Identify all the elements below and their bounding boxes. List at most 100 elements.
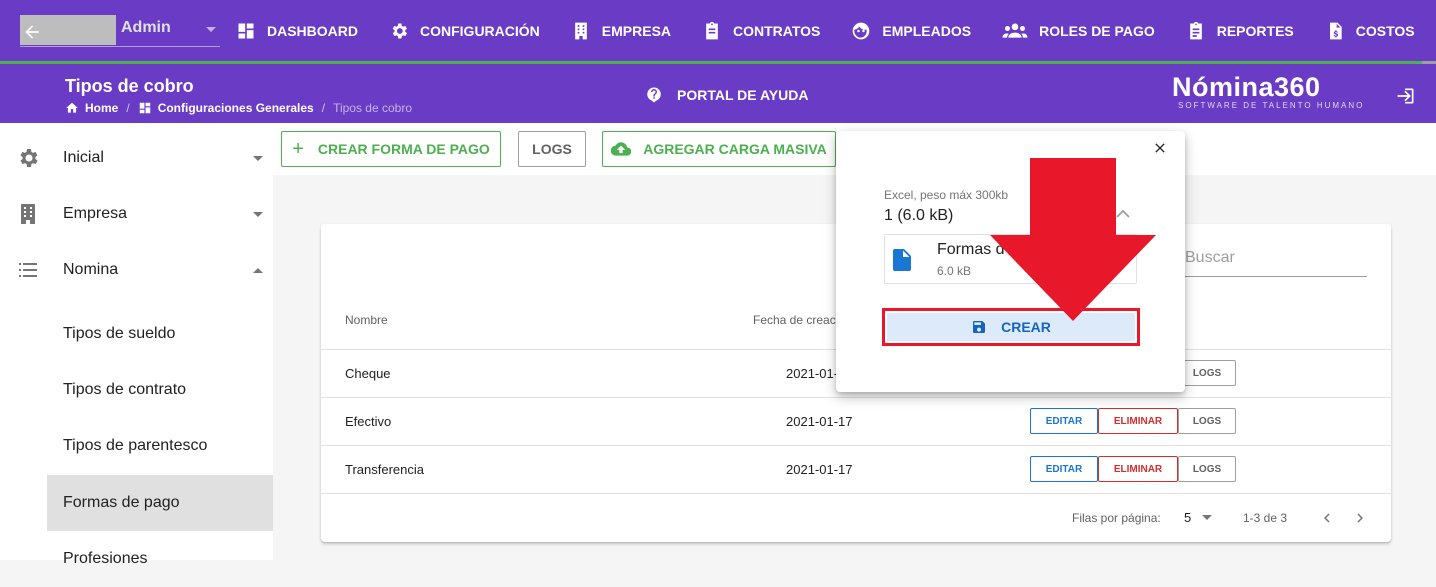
nav-empleados-label: EMPLEADOS — [882, 23, 972, 39]
pagination-range: 1-3 de 3 — [1243, 511, 1288, 525]
rows-per-page-label: Filas por página: — [1072, 511, 1161, 525]
sidebar-group-nomina[interactable]: Nomina — [0, 242, 273, 298]
breadcrumb-separator: / — [126, 101, 130, 115]
face-icon — [851, 21, 871, 41]
row-logs-button[interactable]: LOGS — [1178, 408, 1236, 434]
sidebar-group-label: Nomina — [63, 261, 119, 278]
brand-logo: Nómina360 SOFTWARE DE TALENTO HUMANO — [1172, 72, 1364, 110]
help-icon — [647, 87, 661, 103]
page-title: Tipos de cobro — [65, 76, 194, 96]
sidebar-item-profesiones[interactable]: Profesiones — [47, 531, 273, 587]
search-input[interactable] — [1185, 244, 1367, 267]
sidebar-item-formas-de-pago[interactable]: Formas de pago — [47, 475, 273, 531]
chevron-down-icon — [1202, 515, 1212, 520]
admin-label: Admin — [121, 19, 171, 36]
column-header-fecha[interactable]: Fecha de creaci — [753, 313, 838, 327]
clipboard-icon — [702, 21, 722, 41]
create-payment-method-label: CREAR FORMA DE PAGO — [317, 141, 490, 157]
nav-contratos[interactable]: CONTRATOS — [702, 21, 820, 41]
plus-icon: + — [292, 137, 304, 160]
rows-per-page-value: 5 — [1184, 510, 1192, 525]
building-icon — [571, 21, 591, 41]
clipboard-text-icon — [1186, 21, 1206, 41]
breadcrumb-current: Tipos de cobro — [333, 101, 413, 115]
file-size: 6.0 kB — [937, 264, 972, 278]
sidebar-group-label: Inicial — [63, 149, 104, 166]
close-icon[interactable] — [1152, 140, 1168, 156]
rows-per-page-select[interactable]: 5 — [1184, 509, 1216, 527]
nav-empleados[interactable]: EMPLEADOS — [851, 21, 971, 41]
sidebar-item-label: Profesiones — [63, 550, 148, 567]
gear-icon — [16, 146, 40, 170]
sidebar-item-label: Tipos de contrato — [63, 381, 187, 398]
row-name: Efectivo — [345, 414, 392, 429]
top-navbar: Admin DASHBOARD CONFIGURACIÓN EMPRESA CO… — [0, 0, 1436, 65]
sidebar-item-tipos-de-sueldo[interactable]: Tipos de sueldo — [47, 306, 273, 362]
building-icon — [16, 202, 40, 226]
sidebar-item-label: Tipos de parentesco — [63, 437, 208, 454]
back-arrow-icon[interactable] — [22, 22, 42, 42]
chevron-down-icon — [253, 211, 263, 217]
row-date: 2021-01-17 — [786, 462, 853, 477]
nav-empresa-label: EMPRESA — [601, 23, 672, 39]
divider — [321, 493, 1391, 494]
chevron-down-icon — [206, 27, 216, 32]
breadcrumb-home[interactable]: Home — [85, 101, 118, 115]
row-date: 2021-01-17 — [786, 414, 853, 429]
search-field[interactable] — [1185, 244, 1367, 277]
row-name: Transferencia — [345, 462, 424, 477]
sidebar-group-label: Empresa — [63, 205, 128, 222]
gear-icon — [389, 21, 409, 41]
row-delete-button[interactable]: ELIMINAR — [1098, 456, 1178, 482]
file-icon — [893, 249, 911, 271]
nav-configuracion-label: CONFIGURACIÓN — [420, 23, 540, 39]
chevron-right-icon[interactable] — [1351, 509, 1369, 527]
logs-button[interactable]: LOGS — [518, 131, 586, 167]
invoice-icon — [1325, 21, 1345, 41]
people-icon — [1002, 21, 1028, 41]
nav-costos-label: COSTOS — [1355, 23, 1415, 39]
sidebar-item-tipos-de-parentesco[interactable]: Tipos de parentesco — [47, 418, 273, 474]
row-edit-button[interactable]: EDITAR — [1030, 408, 1098, 434]
row-date: 2021-01- — [786, 366, 839, 381]
nav-dashboard[interactable]: DASHBOARD — [236, 21, 358, 41]
divider — [321, 445, 1391, 446]
bulk-upload-button[interactable]: AGREGAR CARGA MASIVA — [602, 131, 836, 167]
nav-costos[interactable]: COSTOS — [1325, 21, 1415, 41]
breadcrumb: Home / Configuraciones Generales / Tipos… — [65, 101, 412, 115]
user-select[interactable]: Admin — [20, 15, 220, 47]
column-header-nombre[interactable]: Nombre — [345, 313, 388, 327]
row-logs-button[interactable]: LOGS — [1178, 456, 1236, 482]
breadcrumb-separator: / — [321, 101, 326, 115]
logs-button-label: LOGS — [532, 141, 572, 157]
nav-empresa[interactable]: EMPRESA — [571, 21, 671, 41]
nav-reportes-label: REPORTES — [1216, 23, 1294, 39]
row-edit-button[interactable]: EDITAR — [1030, 456, 1098, 482]
bulk-upload-label: AGREGAR CARGA MASIVA — [643, 141, 827, 157]
nav-dashboard-label: DASHBOARD — [267, 23, 358, 39]
sidebar-item-label: Tipos de sueldo — [63, 325, 176, 342]
logout-icon[interactable] — [1396, 86, 1416, 106]
dashboard-icon — [138, 101, 152, 115]
sidebar-item-label: Formas de pago — [63, 494, 180, 511]
nav-roles-de-pago[interactable]: ROLES DE PAGO — [1002, 21, 1155, 41]
selected-file-count: 1 (6.0 kB) — [884, 207, 954, 224]
brand-tagline: SOFTWARE DE TALENTO HUMANO — [1178, 101, 1365, 110]
save-icon — [973, 321, 986, 333]
nav-reportes[interactable]: REPORTES — [1186, 21, 1294, 41]
sidebar-group-inicial[interactable]: Inicial — [0, 130, 273, 186]
help-portal-link[interactable]: PORTAL DE AYUDA — [645, 86, 808, 104]
dashboard-icon — [236, 21, 256, 41]
sidebar-item-tipos-de-contrato[interactable]: Tipos de contrato — [47, 362, 273, 418]
row-delete-button[interactable]: ELIMINAR — [1098, 408, 1178, 434]
chevron-down-icon — [253, 155, 263, 161]
breadcrumb-configuraciones[interactable]: Configuraciones Generales — [158, 101, 314, 115]
sidebar: Inicial Empresa Nomina Tipos de sueldo T… — [0, 123, 273, 567]
sidebar-group-empresa[interactable]: Empresa — [0, 186, 273, 242]
chevron-left-icon[interactable] — [1318, 509, 1336, 527]
row-name: Cheque — [345, 366, 391, 381]
nav-configuracion[interactable]: CONFIGURACIÓN — [389, 21, 540, 41]
create-payment-method-button[interactable]: + CREAR FORMA DE PAGO — [281, 131, 501, 167]
row-logs-button[interactable]: LOGS — [1178, 360, 1236, 386]
home-icon — [65, 101, 79, 115]
